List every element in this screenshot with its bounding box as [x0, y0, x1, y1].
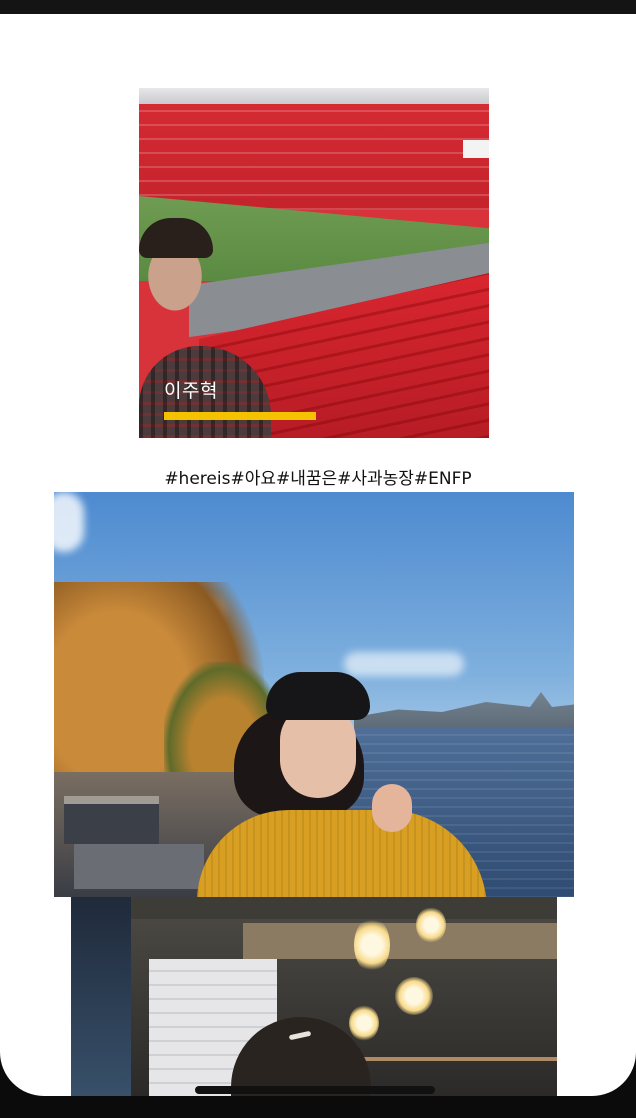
bottom-frame — [0, 1096, 636, 1118]
city-skyline — [354, 692, 574, 732]
moored-boat — [64, 796, 159, 844]
ceiling — [71, 897, 557, 919]
cloud — [344, 652, 464, 676]
name-accent-bar — [164, 412, 316, 420]
light-bulb — [395, 977, 433, 1015]
dark-pillar — [71, 897, 131, 1096]
profile-name: 이주혁 — [164, 380, 218, 402]
stadium-banner — [463, 140, 489, 158]
wood-beam — [243, 923, 557, 959]
profile-photo-river[interactable] — [54, 492, 574, 897]
home-indicator[interactable] — [195, 1086, 435, 1094]
profile-photo-cafe[interactable] — [71, 897, 557, 1096]
stadium-stands — [139, 100, 489, 210]
profile-hashtags: #hereis#아요#내꿈은#사과농장#ENFP — [164, 469, 472, 489]
profile-sheet: 이주혁 #hereis#아요#내꿈은#사과농장#ENFP — [0, 14, 636, 1096]
top-status-strip — [0, 0, 636, 14]
profile-photo-stadium[interactable]: 이주혁 — [139, 88, 489, 438]
boat-roof — [74, 844, 204, 889]
light-bulb — [354, 917, 390, 973]
cloud — [54, 492, 84, 552]
light-bulb — [349, 1005, 379, 1041]
stadium-roof — [139, 88, 489, 104]
black-beret — [266, 672, 370, 720]
woman-hand — [372, 784, 412, 832]
light-bulb — [416, 907, 446, 943]
wood-rail — [357, 1057, 557, 1061]
